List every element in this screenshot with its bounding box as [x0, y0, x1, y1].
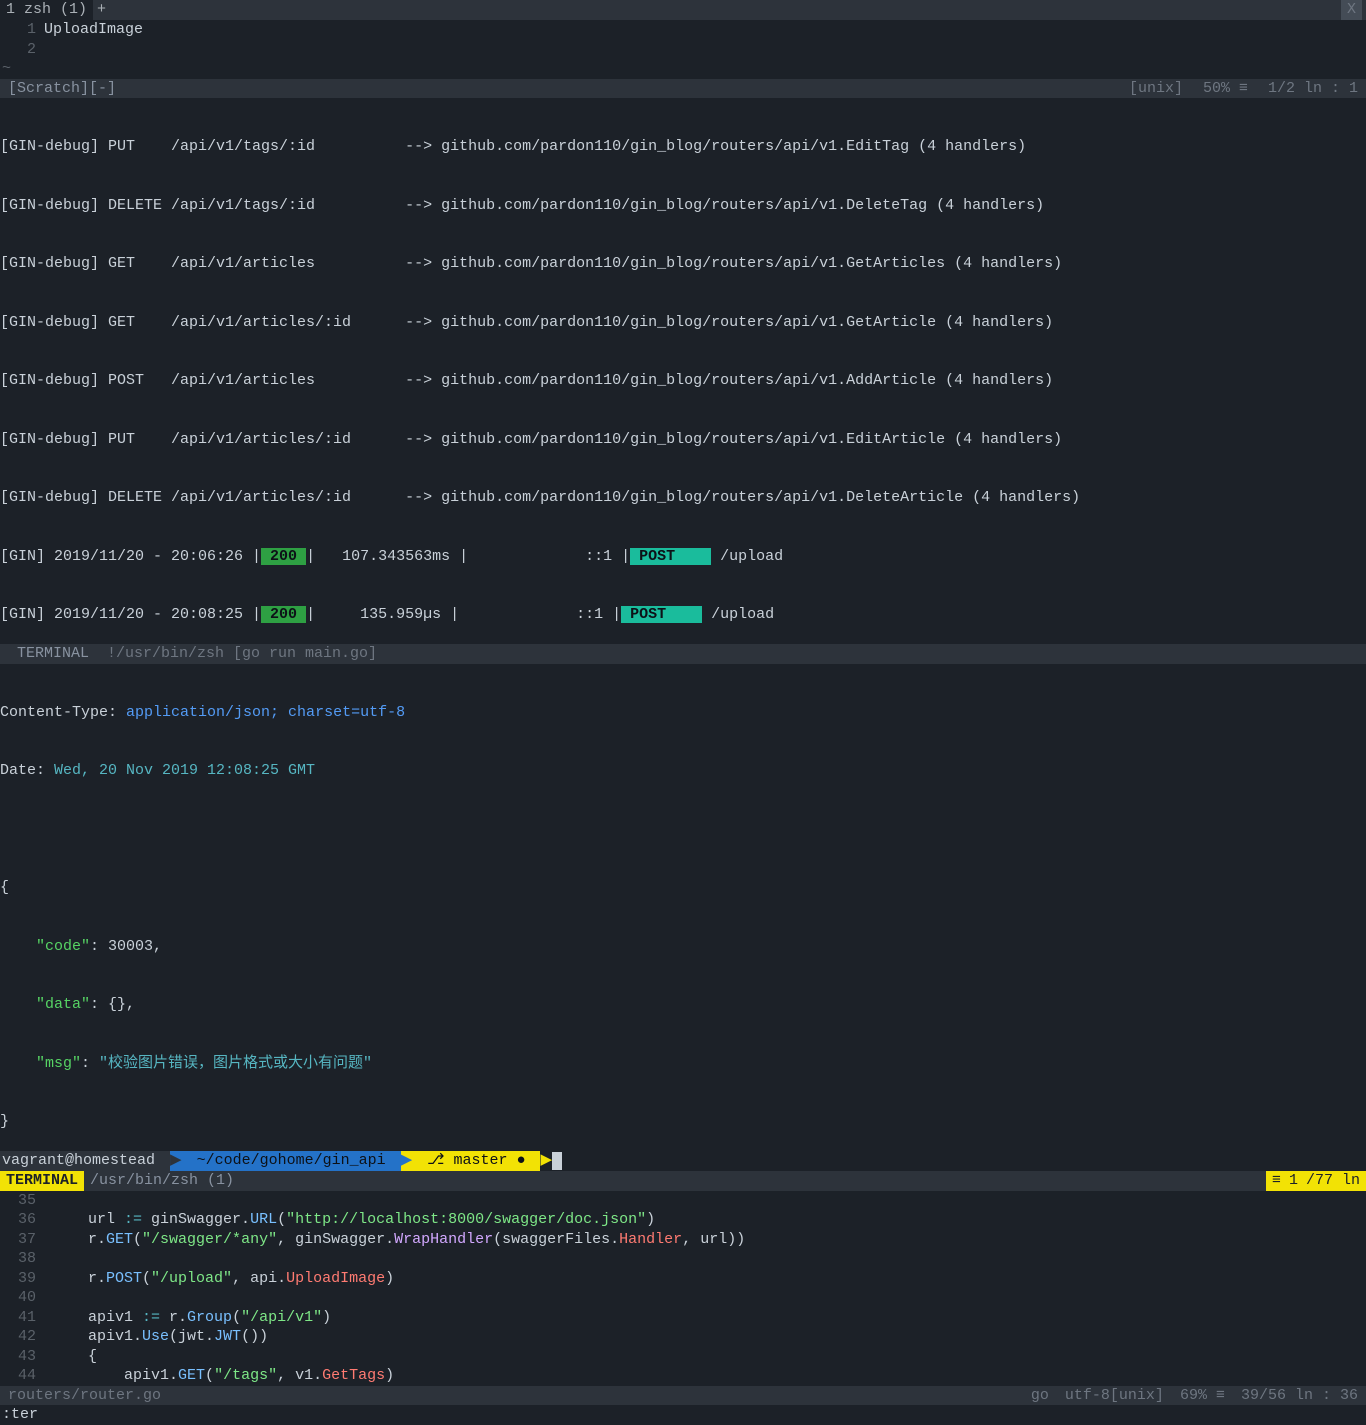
log-line: [GIN-debug] DELETE /api/v1/articles/:id …: [0, 488, 1366, 508]
powerline-arrow-icon: ▶: [401, 1151, 413, 1171]
line-current: 1: [1289, 1171, 1298, 1191]
line-number: 39: [0, 1269, 52, 1289]
line-number: 2: [0, 40, 44, 60]
line-number: 42: [0, 1327, 52, 1347]
scratch-buffer[interactable]: 1UploadImage 2 ~: [0, 20, 1366, 79]
file-path: routers/router.go: [8, 1386, 161, 1406]
tab-bar: 1 zsh (1) + X: [0, 0, 1366, 20]
method-badge: POST: [630, 548, 711, 565]
tab-zsh[interactable]: 1 zsh (1): [0, 0, 93, 20]
log-line: [GIN-debug] GET /api/v1/articles --> git…: [0, 254, 1366, 274]
method-badge: POST: [621, 606, 702, 623]
terminal-shell-path: /usr/bin/zsh (1): [84, 1171, 240, 1191]
status-badge: 200: [261, 548, 306, 565]
terminal-active-status: TERMINAL /usr/bin/zsh (1) ≡ 1 /77 ln: [0, 1171, 1366, 1191]
terminal-command: !/usr/bin/zsh [go run main.go]: [98, 645, 377, 662]
cursor-icon: [552, 1152, 562, 1170]
request-log: [GIN] 2019/11/20 - 20:06:26 | 200 | 107.…: [0, 547, 1366, 567]
prompt-path: ~/code/gohome/gin_api: [182, 1151, 401, 1171]
line-number: 43: [0, 1347, 52, 1367]
percent: 50% ≡: [1203, 79, 1248, 99]
log-line: [GIN-debug] GET /api/v1/articles/:id -->…: [0, 313, 1366, 333]
file-lang: go: [1031, 1386, 1049, 1406]
scratch-status-bar: [Scratch][-] [unix] 50% ≡ 1/2 ln : 1: [0, 79, 1366, 99]
log-line: [GIN-debug] POST /api/v1/articles --> gi…: [0, 371, 1366, 391]
json-key: "code": [0, 938, 90, 955]
editor-status-bar: routers/router.go go utf-8[unix] 69% ≡ 3…: [0, 1386, 1366, 1406]
line-number: 44: [0, 1366, 52, 1386]
json-value: "校验图片错误，图片格式或大小有问题": [99, 1055, 372, 1072]
terminal-label-active: TERMINAL: [0, 1171, 84, 1191]
json-value: : 30003: [90, 938, 153, 955]
line-number: 1: [0, 20, 44, 40]
buffer-name: [Scratch][-]: [8, 79, 116, 99]
json-value: : {}: [90, 996, 126, 1013]
gin-log-output[interactable]: [GIN-debug] PUT /api/v1/tags/:id --> git…: [0, 98, 1366, 644]
line-total: /77 ln: [1306, 1171, 1360, 1191]
log-line: [GIN-debug] PUT /api/v1/articles/:id -->…: [0, 430, 1366, 450]
close-icon[interactable]: X: [1341, 0, 1362, 20]
powerline-arrow-icon: ▶: [170, 1151, 182, 1171]
file-encoding: utf-8[unix]: [1065, 1386, 1164, 1406]
shell-prompt[interactable]: vagrant@homestead ▶ ~/code/gohome/gin_ap…: [0, 1151, 1366, 1171]
vim-tilde: ~: [0, 59, 1366, 79]
json-brace: }: [0, 1112, 1366, 1132]
line-number: 37: [0, 1230, 52, 1250]
scratch-text: UploadImage: [44, 20, 143, 40]
line-number: 36: [0, 1210, 52, 1230]
line-number: 41: [0, 1308, 52, 1328]
line-number: 38: [0, 1249, 52, 1269]
log-line: [GIN-debug] PUT /api/v1/tags/:id --> git…: [0, 137, 1366, 157]
file-format: [unix]: [1129, 79, 1183, 99]
position: 1/2 ln : 1: [1268, 79, 1358, 99]
header-key: Date:: [0, 762, 45, 779]
code-editor[interactable]: 35 36 url := ginSwagger.URL("http://loca…: [0, 1191, 1366, 1386]
header-value: application/json; charset=utf-8: [117, 704, 405, 721]
prompt-branch: ⎇ master ●: [412, 1151, 540, 1171]
terminal-status-bar: TERMINAL !/usr/bin/zsh [go run main.go]: [0, 644, 1366, 664]
menu-icon: ≡: [1272, 1171, 1281, 1191]
status-badge: 200: [261, 606, 306, 623]
prompt-user: vagrant@homestead: [0, 1151, 170, 1171]
percent: 69% ≡: [1180, 1386, 1225, 1406]
line-number: 40: [0, 1288, 52, 1308]
header-value: Wed, 20 Nov 2019 12:08:25 GMT: [45, 762, 315, 779]
header-key: Content-Type:: [0, 704, 117, 721]
powerline-arrow-icon: ▶: [540, 1151, 552, 1171]
terminal-label: TERMINAL: [8, 645, 98, 662]
add-tab-icon[interactable]: +: [93, 0, 110, 20]
position: 39/56 ln : 36: [1241, 1386, 1358, 1406]
json-key: "data": [0, 996, 90, 1013]
http-response[interactable]: Content-Type: application/json; charset=…: [0, 664, 1366, 1152]
request-log: [GIN] 2019/11/20 - 20:08:25 | 200 | 135.…: [0, 605, 1366, 625]
json-key: "msg": [0, 1055, 81, 1072]
vim-command-line[interactable]: :ter: [0, 1405, 1366, 1425]
json-brace: {: [0, 878, 1366, 898]
log-line: [GIN-debug] DELETE /api/v1/tags/:id --> …: [0, 196, 1366, 216]
line-number: 35: [0, 1191, 52, 1211]
